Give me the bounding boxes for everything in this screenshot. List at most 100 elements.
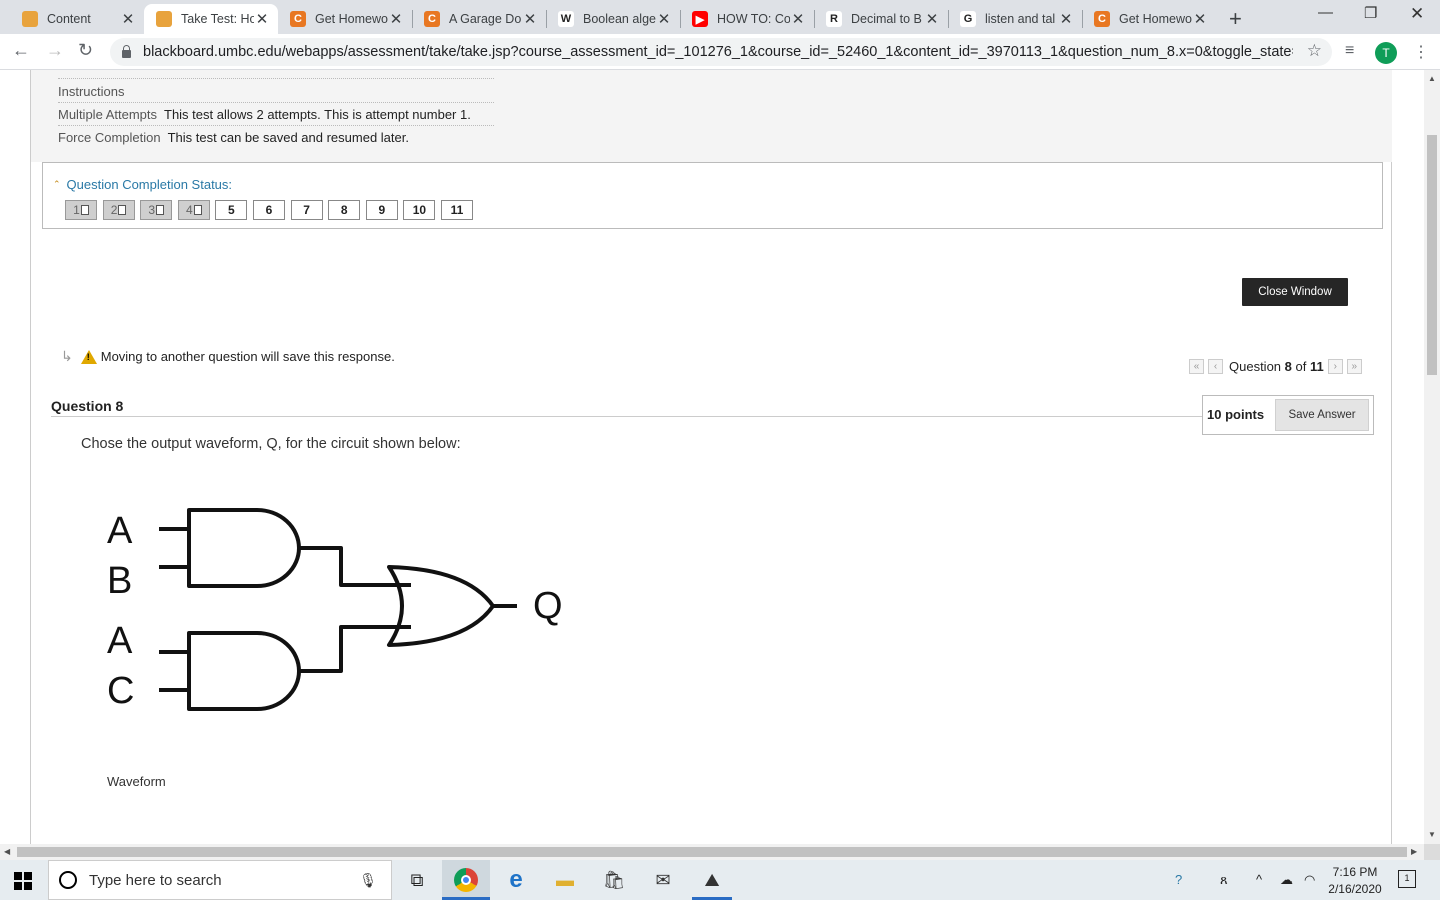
tab-close-icon[interactable]: ✕	[120, 10, 136, 28]
output-label-q: Q	[533, 585, 563, 627]
file-explorer-icon[interactable]: ▬	[553, 868, 577, 892]
tab-close-icon[interactable]: ✕	[522, 10, 538, 28]
question-completion-status: ⌃ Question Completion Status: 1 2 3 4 5 6 7 8 9 1…	[42, 162, 1383, 229]
media-control-icon[interactable]: ≡	[1345, 42, 1354, 60]
scroll-up-icon[interactable]: ▲	[1428, 74, 1436, 83]
close-window-button[interactable]: Close Window	[1242, 278, 1348, 306]
save-answer-button[interactable]: Save Answer	[1275, 399, 1369, 431]
task-view-icon[interactable]: ⧉	[405, 868, 429, 892]
horizontal-scroll-thumb[interactable]	[17, 847, 1407, 857]
question-number-label: 2	[110, 203, 118, 217]
browser-tab[interactable]: C A Garage Do ✕	[412, 4, 546, 34]
reload-icon[interactable]: ↻	[78, 40, 93, 61]
logic-circuit-diagram: A B A C	[107, 508, 517, 712]
profile-avatar[interactable]: T	[1375, 42, 1397, 64]
help-icon[interactable]: ?	[1175, 872, 1182, 887]
rapidtables-icon: R	[826, 11, 842, 27]
chegg-icon: C	[1094, 11, 1110, 27]
browser-tab[interactable]: C Get Homewo ✕	[1082, 4, 1216, 34]
wifi-icon[interactable]: ◠	[1304, 872, 1315, 888]
browser-tab[interactable]: Content ✕	[10, 4, 144, 34]
photos-icon[interactable]: ⛰	[700, 868, 724, 892]
browser-tab[interactable]: C Get Homewo ✕	[278, 4, 412, 34]
tab-title: Decimal to B	[851, 12, 922, 26]
question-number-label: 5	[228, 203, 235, 217]
question-number-label: 8	[340, 203, 348, 217]
question-number-button[interactable]: 2	[102, 200, 135, 220]
tab-close-icon[interactable]: ✕	[1192, 10, 1208, 28]
chrome-icon[interactable]	[454, 868, 478, 892]
forward-arrow-icon[interactable]: →	[46, 40, 64, 61]
next-question-icon[interactable]: ›	[1327, 359, 1343, 374]
browser-tab[interactable]: R Decimal to B ✕	[814, 4, 948, 34]
windows-start-icon[interactable]	[14, 872, 32, 890]
question-number-button[interactable]: 3	[140, 200, 173, 220]
and-gate-top	[187, 508, 301, 588]
tab-close-icon[interactable]: ✕	[790, 10, 806, 28]
answered-doc-icon	[156, 205, 165, 215]
bookmark-star-icon[interactable]: ☆	[1307, 41, 1322, 61]
scroll-left-icon[interactable]: ◀	[4, 847, 10, 856]
notification-icon[interactable]: 1	[1398, 870, 1416, 888]
minimize-button[interactable]: —	[1318, 4, 1333, 21]
question-number-button[interactable]: 7	[290, 200, 323, 220]
onedrive-icon[interactable]: ☁	[1280, 872, 1293, 888]
horizontal-scrollbar[interactable]: ◀ ▶	[0, 844, 1424, 860]
save-warning-text: Moving to another question will save thi…	[100, 349, 395, 364]
completion-status-toggle[interactable]: ⌃ Question Completion Status:	[53, 177, 232, 192]
browser-tab[interactable]: Glisten and tal ✕	[948, 4, 1082, 34]
tab-title: Get Homewo	[315, 12, 388, 26]
blackboard-icon	[22, 11, 38, 27]
question-number-button[interactable]: 1	[65, 200, 97, 220]
question-number-button[interactable]: 6	[253, 200, 285, 220]
question-number-button[interactable]: 11	[441, 200, 473, 220]
question-number-label: 3	[148, 203, 156, 217]
browser-tab[interactable]: W Boolean alge ✕	[546, 4, 680, 34]
taskbar-clock[interactable]: 7:16 PM 2/16/2020	[1322, 864, 1388, 898]
scroll-right-icon[interactable]: ▶	[1411, 847, 1417, 856]
question-number-button[interactable]: 4	[177, 200, 210, 220]
question-number-button[interactable]: 10	[403, 200, 436, 220]
tab-close-icon[interactable]: ✕	[924, 10, 940, 28]
browser-tab[interactable]: Take Test: Ho ✕	[144, 4, 278, 34]
question-number-label: 11	[450, 203, 464, 217]
back-arrow-icon[interactable]: ←	[12, 40, 30, 61]
store-icon[interactable]: 🛍	[602, 868, 626, 892]
instructions-label: Instructions	[58, 83, 125, 99]
new-tab-button[interactable]: +	[1229, 6, 1242, 32]
taskbar-search-box[interactable]: Type here to search 🎙	[48, 860, 392, 900]
completion-status-title: Question Completion Status:	[66, 177, 233, 192]
tab-close-icon[interactable]: ✕	[656, 10, 672, 28]
vertical-scrollbar[interactable]: ▲ ▼	[1424, 70, 1440, 844]
question-number-button[interactable]: 8	[328, 200, 361, 220]
tray-chevron-icon[interactable]: ^	[1256, 872, 1262, 887]
last-question-icon[interactable]: »	[1346, 359, 1362, 374]
corner-arrow-icon: ↳	[61, 348, 73, 364]
previous-question-icon[interactable]: ‹	[1208, 359, 1223, 374]
question-number-button[interactable]: 9	[365, 200, 398, 220]
tab-close-icon[interactable]: ✕	[1058, 10, 1074, 28]
question-number-button[interactable]: 5	[215, 200, 248, 220]
first-question-icon[interactable]: «	[1189, 359, 1204, 374]
microphone-icon[interactable]: 🎙	[359, 872, 377, 889]
address-bar[interactable]: blackboard.umbc.edu/webapps/assessment/t…	[110, 38, 1332, 66]
collapse-chevron-icon: ⌃	[53, 179, 61, 189]
vertical-scroll-thumb[interactable]	[1427, 135, 1437, 375]
menu-icon[interactable]: ⋮	[1413, 42, 1429, 62]
browser-tab[interactable]: ▶ HOW TO: Co ✕	[680, 4, 814, 34]
or-gate	[387, 565, 495, 647]
people-icon[interactable]: ጸ	[1220, 872, 1228, 888]
edge-icon[interactable]: e	[504, 868, 528, 892]
points-box: 10 points Save Answer	[1202, 395, 1374, 435]
input-label-a2: A	[107, 620, 133, 662]
close-window-icon[interactable]: ✕	[1410, 4, 1424, 24]
tab-close-icon[interactable]: ✕	[388, 10, 404, 28]
mail-icon[interactable]: ✉	[651, 868, 675, 892]
scroll-down-icon[interactable]: ▼	[1428, 830, 1436, 839]
tab-close-icon[interactable]: ✕	[254, 10, 270, 28]
force-completion-value: This test can be saved and resumed later…	[167, 129, 409, 145]
chegg-icon: C	[290, 11, 306, 27]
restore-button[interactable]: ❐	[1364, 4, 1377, 22]
question-number-label: 4	[185, 203, 193, 217]
content-frame: Instructions Multiple Attempts This test…	[30, 70, 1392, 844]
